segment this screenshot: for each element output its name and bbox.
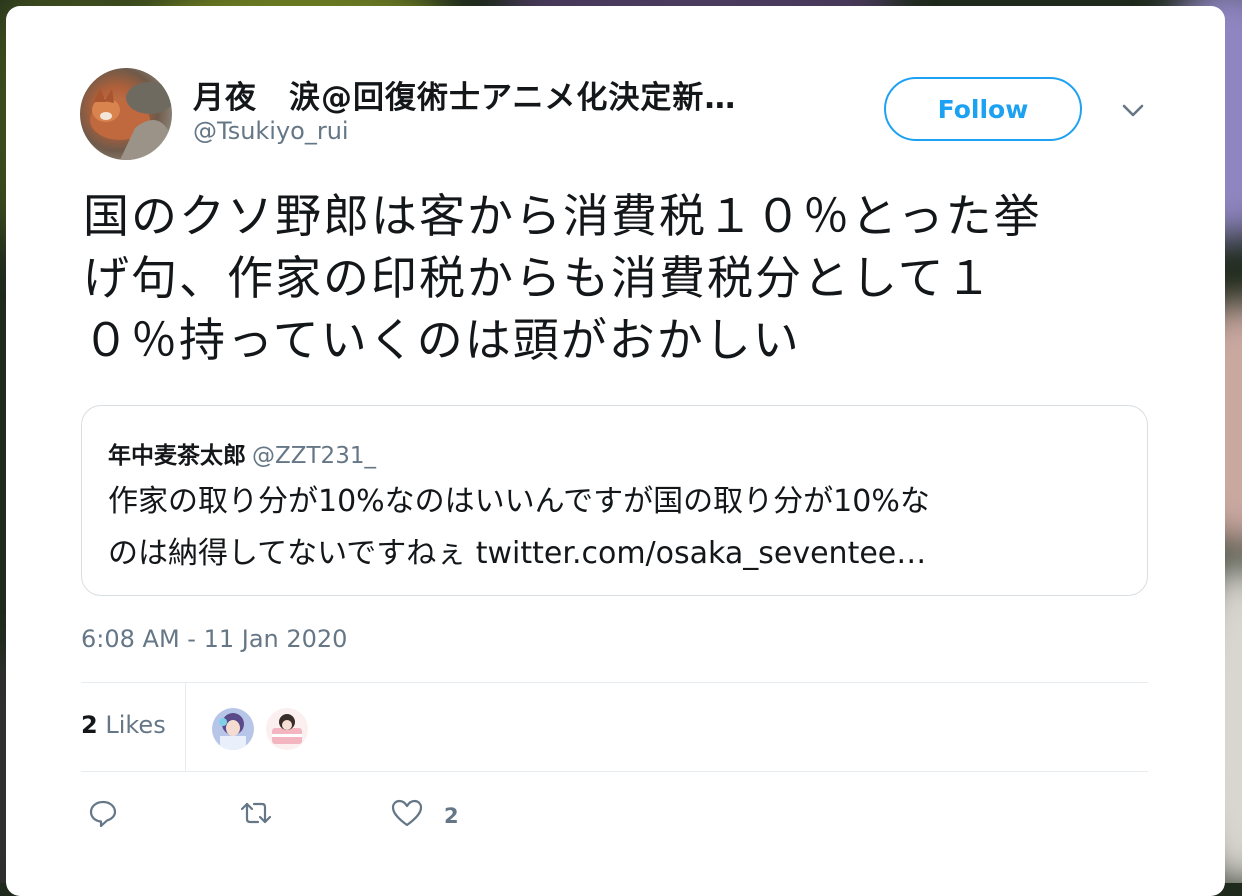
- quoted-tweet[interactable]: 年中麦茶太郎 @ZZT231_ 作家の取り分が10%なのはいいんですが国の取り分が…: [81, 405, 1148, 596]
- retweet-icon[interactable]: [238, 798, 274, 828]
- tweet-text-line: ０％持っていくのは頭がおかしい: [83, 313, 801, 367]
- chevron-down-icon[interactable]: [1120, 100, 1146, 120]
- divider: [81, 771, 1148, 772]
- quoted-author-handle: @ZZT231_: [252, 443, 376, 469]
- follow-button[interactable]: Follow: [884, 77, 1082, 141]
- quoted-tweet-header: 年中麦茶太郎 @ZZT231_: [108, 436, 376, 470]
- divider: [81, 682, 1148, 683]
- quoted-author-name: 年中麦茶太郎: [108, 443, 246, 469]
- author-avatar[interactable]: [80, 68, 172, 160]
- likes-label: Likes: [105, 711, 166, 739]
- tweet-text-line: 国のクソ野郎は客から消費税１０％とった挙: [83, 189, 1042, 243]
- reply-icon[interactable]: [88, 798, 118, 828]
- likes-count[interactable]: 2 Likes: [81, 711, 166, 739]
- tweet-timestamp[interactable]: 6:08 AM - 11 Jan 2020: [81, 625, 347, 653]
- likes-number: 2: [81, 711, 98, 739]
- heart-icon[interactable]: [391, 798, 423, 828]
- liker-avatar[interactable]: [210, 706, 256, 752]
- like-action-count: 2: [444, 804, 459, 828]
- quoted-text-line: のは納得してないですねぇ twitter.com/osaka_sevente​e…: [108, 528, 1108, 580]
- quoted-text-segment: のは納得してないですねぇ: [108, 536, 476, 571]
- author-handle[interactable]: @Tsukiyo_rui: [193, 117, 349, 145]
- quoted-tweet-text: 作家の取り分が10%なのはいいんですが国の取り分が10%な のは納得してないです…: [108, 476, 1108, 580]
- fox-avatar-image: [90, 82, 172, 160]
- quoted-tweet-link[interactable]: twitter.com/osaka_sevente​e…: [476, 536, 927, 571]
- vertical-divider: [185, 683, 186, 771]
- author-display-name[interactable]: 月夜 涙@回復術士アニメ化決定新…: [193, 72, 736, 117]
- tweet-text: 国のクソ野郎は客から消費税１０％とった挙 げ句、作家の印税からも消費税分として１…: [83, 185, 1143, 371]
- liker-avatar-image: [212, 708, 254, 750]
- liker-avatar-image: [266, 708, 308, 750]
- quoted-text-line: 作家の取り分が10%なのはいいんですが国の取り分が10%な: [108, 484, 930, 519]
- tweet-text-line: げ句、作家の印税からも消費税分として１: [83, 251, 994, 305]
- liker-avatar[interactable]: [264, 706, 310, 752]
